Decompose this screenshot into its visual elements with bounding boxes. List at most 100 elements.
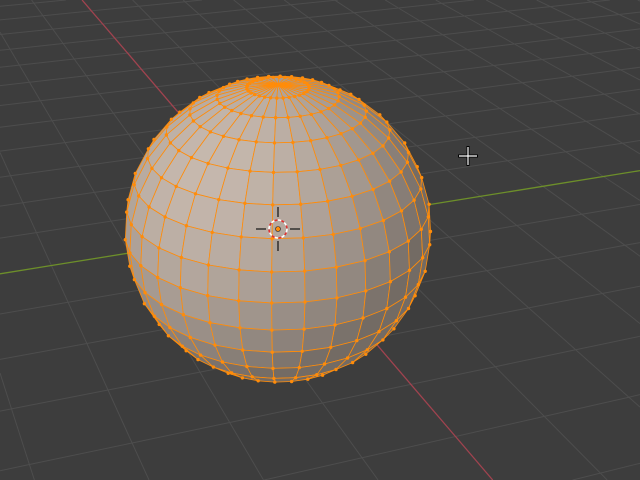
mesh-vertex[interactable] — [241, 348, 245, 352]
mesh-vertex[interactable] — [306, 377, 310, 381]
mesh-vertex[interactable] — [275, 96, 279, 100]
mesh-vertex[interactable] — [322, 362, 327, 366]
mesh-vertex[interactable] — [420, 175, 424, 180]
mesh-vertex[interactable] — [357, 158, 361, 162]
mesh-vertex[interactable] — [421, 256, 425, 260]
mesh-vertex[interactable] — [271, 75, 275, 80]
mesh-vertex[interactable] — [245, 77, 249, 81]
mesh-vertex[interactable] — [371, 187, 375, 192]
mesh-vertex[interactable] — [415, 165, 419, 169]
mesh-vertex[interactable] — [358, 121, 363, 125]
mesh-vertex[interactable] — [394, 319, 399, 323]
mesh-vertex[interactable] — [188, 335, 192, 340]
mesh-vertex[interactable] — [335, 296, 339, 300]
mesh-vertex[interactable] — [332, 87, 337, 91]
mesh-vertex[interactable] — [318, 167, 322, 172]
mesh-vertex[interactable] — [320, 373, 325, 377]
mesh-vertex[interactable] — [271, 170, 276, 175]
mesh-vertex[interactable] — [309, 139, 313, 143]
mesh-vertex[interactable] — [217, 89, 221, 94]
mesh-vertex[interactable] — [230, 371, 234, 375]
mesh-vertex[interactable] — [230, 108, 234, 113]
mesh-vertex[interactable] — [123, 238, 128, 242]
mesh-vertex[interactable] — [273, 380, 277, 384]
mesh-vertex[interactable] — [137, 194, 141, 198]
mesh-vertex[interactable] — [349, 92, 353, 97]
mesh-vertex[interactable] — [278, 74, 282, 78]
mesh-vertex[interactable] — [179, 255, 183, 260]
mesh-vertex[interactable] — [215, 97, 219, 102]
mesh-vertex[interactable] — [300, 349, 304, 353]
mesh-vertex[interactable] — [150, 166, 154, 171]
mesh-vertex[interactable] — [142, 302, 147, 306]
mesh-vertex[interactable] — [188, 113, 192, 117]
mesh-vertex[interactable] — [358, 226, 362, 231]
mesh-vertex[interactable] — [248, 169, 252, 173]
mesh-vertex[interactable] — [206, 293, 210, 298]
mesh-vertex[interactable] — [286, 115, 290, 120]
mesh-vertex[interactable] — [302, 80, 306, 84]
mesh-vertex[interactable] — [174, 184, 178, 189]
mesh-vertex[interactable] — [273, 116, 278, 120]
mesh-vertex[interactable] — [240, 376, 245, 380]
mesh-vertex[interactable] — [305, 82, 309, 86]
mesh-vertex[interactable] — [256, 379, 260, 383]
mesh-vertex[interactable] — [239, 235, 243, 239]
mesh-vertex[interactable] — [196, 357, 200, 362]
mesh-vertex[interactable] — [334, 265, 338, 269]
mesh-vertex[interactable] — [271, 366, 275, 371]
mesh-vertex[interactable] — [221, 134, 226, 138]
mesh-vertex[interactable] — [255, 75, 260, 80]
mesh-vertex[interactable] — [250, 375, 254, 379]
mesh-vertex[interactable] — [339, 132, 343, 136]
mesh-vertex[interactable] — [254, 140, 258, 144]
mesh-vertex[interactable] — [363, 115, 367, 119]
mesh-vertex[interactable] — [215, 93, 219, 98]
mesh-vertex[interactable] — [428, 243, 432, 247]
mesh-vertex[interactable] — [207, 90, 211, 95]
mesh-vertex[interactable] — [206, 263, 211, 267]
mesh-vertex[interactable] — [145, 156, 150, 161]
mesh-vertex[interactable] — [387, 250, 391, 254]
mesh-vertex[interactable] — [243, 201, 247, 205]
mesh-vertex[interactable] — [152, 137, 156, 142]
mesh-vertex[interactable] — [406, 150, 411, 155]
mesh-vertex[interactable] — [146, 147, 151, 151]
mesh-vertex[interactable] — [319, 110, 323, 114]
mesh-vertex[interactable] — [371, 151, 375, 155]
mesh-vertex[interactable] — [407, 268, 412, 272]
mesh-vertex[interactable] — [406, 239, 410, 243]
mesh-vertex[interactable] — [271, 203, 275, 207]
mesh-vertex[interactable] — [211, 365, 216, 369]
viewport-canvas[interactable] — [0, 0, 640, 480]
mesh-vertex[interactable] — [364, 289, 368, 293]
mesh-vertex[interactable] — [355, 338, 359, 343]
mesh-vertex[interactable] — [416, 282, 420, 287]
mesh-vertex[interactable] — [128, 264, 132, 268]
mesh-vertex[interactable] — [283, 75, 287, 80]
mesh-vertex[interactable] — [177, 148, 181, 153]
mesh-vertex[interactable] — [405, 160, 410, 164]
mesh-vertex[interactable] — [147, 205, 151, 209]
mesh-vertex[interactable] — [419, 187, 423, 191]
mesh-vertex[interactable] — [272, 376, 276, 381]
mesh-vertex[interactable] — [419, 227, 423, 231]
mesh-vertex[interactable] — [350, 360, 355, 365]
mesh-vertex[interactable] — [276, 82, 280, 87]
mesh-vertex[interactable] — [217, 197, 221, 202]
mesh-vertex[interactable] — [309, 112, 313, 117]
mesh-vertex[interactable] — [385, 120, 389, 124]
mesh-vertex[interactable] — [263, 95, 267, 99]
mesh-vertex[interactable] — [237, 299, 241, 303]
mesh-vertex[interactable] — [381, 144, 385, 148]
mesh-vertex[interactable] — [297, 93, 302, 97]
mesh-vertex[interactable] — [281, 96, 285, 100]
mesh-vertex[interactable] — [198, 353, 203, 357]
mesh-vertex[interactable] — [163, 215, 167, 219]
mesh-vertex[interactable] — [268, 96, 273, 100]
mesh-vertex[interactable] — [237, 138, 241, 142]
mesh-vertex[interactable] — [298, 114, 302, 119]
mesh-vertex[interactable] — [213, 343, 217, 347]
mesh-vertex[interactable] — [198, 125, 202, 129]
mesh-vertex[interactable] — [362, 103, 366, 107]
